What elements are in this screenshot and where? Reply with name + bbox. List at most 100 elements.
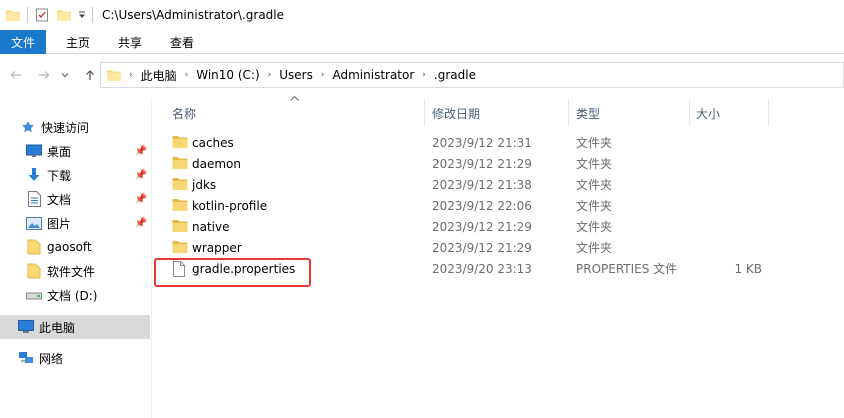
column-header-type[interactable]: 类型 (576, 100, 600, 126)
address-row: › 此电脑 › Win10 (C:) › Users › Administrat… (0, 54, 844, 96)
file-name: daemon (192, 156, 241, 171)
file-type: 文件夹 (576, 157, 613, 171)
pin-icon[interactable]: 📌 (135, 164, 147, 186)
title-bar: C:\Users\Administrator\.gradle (0, 0, 844, 30)
folder-icon (172, 135, 188, 151)
new-folder-icon[interactable] (53, 4, 75, 26)
folder-icon (172, 177, 188, 193)
file-modified: 2023/9/12 21:31 (432, 135, 532, 150)
column-header-size[interactable]: 大小 (696, 100, 720, 126)
file-row[interactable]: native 2023/9/12 21:29 文件夹 (160, 216, 844, 237)
folder-icon (172, 156, 188, 172)
tab-home[interactable]: 主页 (52, 30, 104, 54)
nav-label: 桌面 (47, 144, 72, 159)
pane-divider[interactable] (151, 98, 152, 418)
nav-label: 下载 (47, 168, 72, 183)
file-row[interactable]: wrapper 2023/9/12 21:29 文件夹 (160, 237, 844, 258)
forward-arrow-icon[interactable] (30, 61, 58, 89)
folder-icon (26, 239, 42, 255)
breadcrumb-users[interactable]: Users (279, 68, 313, 82)
nav-label: 此电脑 (39, 320, 76, 335)
file-type: 文件夹 (576, 136, 613, 150)
file-size (696, 237, 762, 258)
nav-pictures[interactable]: 图片 (26, 212, 71, 234)
column-separator[interactable] (568, 100, 569, 126)
separator (92, 7, 93, 23)
pin-icon[interactable]: 📌 (135, 140, 147, 162)
nav-gaosoft[interactable]: gaosoft (26, 236, 92, 258)
file-name: jdks (192, 177, 217, 192)
breadcrumb-chevron-icon[interactable]: › (185, 70, 189, 80)
column-separator[interactable] (424, 100, 425, 126)
file-type: PROPERTIES 文件 (576, 262, 678, 276)
file-modified: 2023/9/20 23:13 (432, 261, 532, 276)
file-modified: 2023/9/12 21:29 (432, 219, 532, 234)
nav-network[interactable]: 网络 (18, 347, 63, 369)
address-bar[interactable]: › 此电脑 › Win10 (C:) › Users › Administrat… (100, 62, 844, 88)
back-arrow-icon[interactable] (2, 61, 30, 89)
file-name: native (192, 219, 230, 234)
column-separator[interactable] (689, 100, 690, 126)
file-row[interactable]: jdks 2023/9/12 21:38 文件夹 (160, 174, 844, 195)
nav-documents[interactable]: 文档 (26, 188, 71, 210)
star-icon (20, 119, 36, 135)
sort-ascending-icon (290, 94, 299, 104)
pin-icon[interactable]: 📌 (135, 212, 147, 234)
tab-file[interactable]: 文件 (0, 30, 46, 54)
nav-label: 图片 (47, 216, 72, 231)
navigation-pane: 快速访问 桌面 📌 下载 📌 文档 📌 图片 📌 gaosoft 软件文件 文档… (0, 98, 150, 418)
folder-icon (172, 198, 188, 214)
file-name: kotlin-profile (192, 198, 268, 213)
properties-icon[interactable] (31, 4, 53, 26)
breadcrumb-chevron-icon[interactable]: › (321, 70, 325, 80)
file-row[interactable]: kotlin-profile 2023/9/12 22:06 文件夹 (160, 195, 844, 216)
breadcrumb-this-pc[interactable]: 此电脑 (141, 67, 177, 84)
nav-desktop[interactable]: 桌面 (26, 140, 71, 162)
file-name: caches (192, 135, 234, 150)
file-size (696, 216, 762, 237)
recent-locations-chevron-icon[interactable] (58, 61, 72, 89)
nav-label: 快速访问 (41, 120, 90, 135)
network-icon (18, 350, 34, 366)
breadcrumb-chevron-icon[interactable]: › (268, 70, 272, 80)
folder-icon (172, 240, 188, 256)
file-size (696, 195, 762, 216)
ribbon-tabs: 文件 主页 共享 查看 (0, 30, 844, 54)
file-name: wrapper (192, 240, 242, 255)
desktop-icon (26, 143, 42, 159)
file-size (696, 174, 762, 195)
file-type: 文件夹 (576, 241, 613, 255)
breadcrumb-administrator[interactable]: Administrator (332, 68, 414, 82)
tab-view[interactable]: 查看 (156, 30, 208, 54)
file-type: 文件夹 (576, 199, 613, 213)
breadcrumb-chevron-icon[interactable]: › (422, 70, 426, 80)
nav-drive-d[interactable]: 文档 (D:) (26, 284, 97, 306)
tab-share[interactable]: 共享 (104, 30, 156, 54)
breadcrumb-gradle[interactable]: .gradle (434, 68, 476, 82)
nav-label: 网络 (39, 351, 64, 366)
download-arrow-icon (26, 167, 42, 183)
pin-icon[interactable]: 📌 (135, 188, 147, 210)
file-row[interactable]: daemon 2023/9/12 21:29 文件夹 (160, 153, 844, 174)
nav-this-pc[interactable]: 此电脑 (18, 316, 75, 338)
file-row[interactable]: caches 2023/9/12 21:31 文件夹 (160, 132, 844, 153)
file-type: 文件夹 (576, 178, 613, 192)
nav-label: 软件文件 (47, 264, 96, 279)
file-modified: 2023/9/12 21:29 (432, 156, 532, 171)
drive-icon (26, 287, 42, 303)
nav-label: 文档 (47, 192, 72, 207)
customize-toolbar-icon[interactable] (75, 4, 89, 26)
column-header-modified[interactable]: 修改日期 (432, 100, 480, 126)
column-separator[interactable] (768, 100, 769, 126)
breadcrumb-drive-c[interactable]: Win10 (C:) (196, 68, 259, 82)
folder-icon (26, 263, 42, 279)
nav-software-files[interactable]: 软件文件 (26, 260, 95, 282)
folder-icon (172, 219, 188, 235)
window-title: C:\Users\Administrator\.gradle (102, 8, 285, 22)
breadcrumb-chevron-icon[interactable]: › (129, 70, 133, 80)
column-header-name[interactable]: 名称 (172, 100, 196, 126)
nav-downloads[interactable]: 下载 (26, 164, 71, 186)
nav-quick-access[interactable]: 快速访问 (20, 116, 89, 138)
separator (27, 7, 28, 23)
folder-icon (2, 4, 24, 26)
